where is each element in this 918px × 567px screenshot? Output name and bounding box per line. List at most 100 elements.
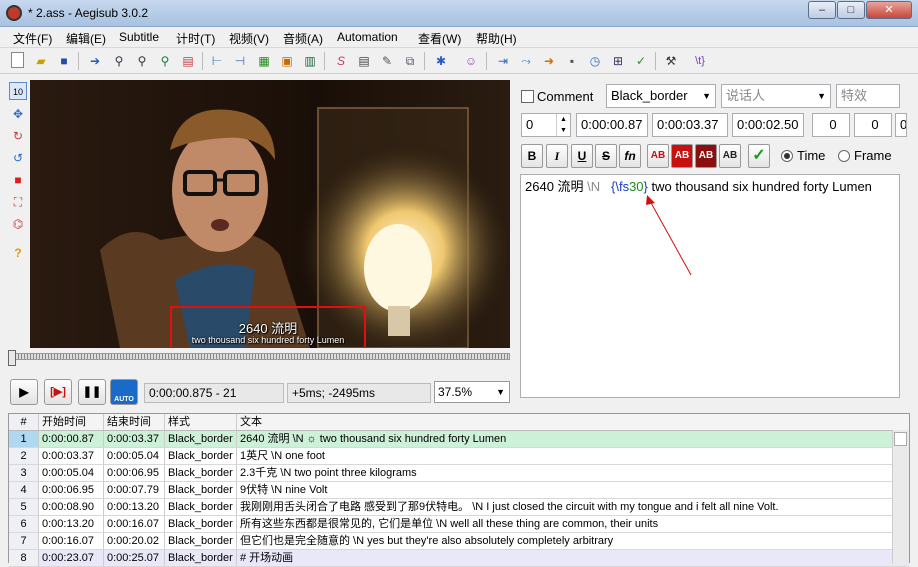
standard-tool-icon[interactable]: 10 bbox=[9, 82, 27, 100]
automation-icon[interactable]: ☺ bbox=[462, 52, 480, 70]
row-style: Black_border bbox=[165, 431, 237, 447]
comment-checkbox[interactable] bbox=[521, 90, 534, 103]
style-select[interactable]: Black_border ▼ bbox=[606, 84, 716, 108]
new-icon[interactable] bbox=[11, 52, 24, 68]
row-text: 9伏特 \N nine Volt bbox=[240, 484, 328, 496]
outline-color-button[interactable]: AB bbox=[695, 144, 717, 168]
rotate-z-tool-icon[interactable]: ↻ bbox=[9, 127, 27, 145]
video-seek-bar[interactable] bbox=[8, 350, 510, 366]
spinner-arrows-icon[interactable]: ▲ ▼ bbox=[556, 114, 570, 136]
vector-clip-tool-icon[interactable]: ⌬ bbox=[9, 215, 27, 233]
frame-radio[interactable] bbox=[838, 150, 850, 162]
subtitle-grid[interactable]: # 开始时间 结束时间 样式 文本 1 0:00:00.87 0:00:03.3… bbox=[8, 413, 910, 567]
radio-dot bbox=[784, 153, 790, 159]
bold-button[interactable]: B bbox=[521, 144, 543, 168]
style-manager-icon[interactable]: S bbox=[332, 52, 350, 70]
jump-icon[interactable]: ➔ bbox=[86, 52, 104, 70]
tags-toggle-icon[interactable]: ➜ bbox=[540, 52, 558, 70]
secondary-color-button[interactable]: AB bbox=[671, 144, 693, 168]
strikeout-button[interactable]: S bbox=[595, 144, 617, 168]
table-row[interactable]: 4 0:00:06.95 0:00:07.79 Black_border 9伏特… bbox=[9, 482, 909, 499]
minimize-button[interactable]: – bbox=[808, 1, 836, 19]
shadow-color-button[interactable]: AB bbox=[719, 144, 741, 168]
time-radio[interactable] bbox=[781, 150, 793, 162]
menu-view[interactable]: 查看(W) bbox=[418, 30, 461, 47]
replace-icon[interactable]: ⚲ bbox=[156, 52, 174, 70]
effect-field[interactable]: 特效 bbox=[836, 84, 900, 108]
timing-post-icon[interactable]: ✎ bbox=[378, 52, 396, 70]
open-icon[interactable]: ▰ bbox=[32, 52, 50, 70]
menu-audio[interactable]: 音频(A) bbox=[283, 30, 323, 47]
snap-end-icon[interactable]: ⊣ bbox=[231, 52, 249, 70]
table-row[interactable]: 1 0:00:00.87 0:00:03.37 Black_border 264… bbox=[9, 431, 909, 448]
auto-scroll-toggle[interactable]: AUTO bbox=[110, 379, 138, 405]
save-icon[interactable]: ■ bbox=[55, 52, 73, 70]
italic-button[interactable]: I bbox=[546, 144, 568, 168]
layer-spinner[interactable]: 0 ▲ ▼ bbox=[521, 113, 571, 137]
grid-scrollbar[interactable] bbox=[892, 430, 909, 563]
primary-color-button[interactable]: AB bbox=[647, 144, 669, 168]
table-row[interactable]: 6 0:00:13.20 0:00:16.07 Black_border 所有这… bbox=[9, 516, 909, 533]
play-line-button[interactable]: [▶] bbox=[44, 379, 72, 405]
translation-icon[interactable]: ⧉ bbox=[401, 52, 419, 70]
scrollbar-thumb[interactable] bbox=[894, 432, 907, 446]
help-icon[interactable]: ? bbox=[9, 244, 27, 262]
table-row[interactable]: 7 0:00:16.07 0:00:20.02 Black_border 但它们… bbox=[9, 533, 909, 550]
attachments-icon[interactable]: ▤ bbox=[355, 52, 373, 70]
end-time-field[interactable]: 0:00:03.37 bbox=[652, 113, 728, 137]
scale-icon[interactable]: ⤳ bbox=[517, 52, 535, 70]
font-button[interactable]: fn bbox=[619, 144, 641, 168]
margin-vertical-field[interactable]: 0 bbox=[895, 113, 907, 137]
kanji-timer-icon[interactable]: ▪ bbox=[563, 52, 581, 70]
menu-help[interactable]: 帮助(H) bbox=[476, 30, 517, 47]
hide-tags-icon[interactable]: ⚒ bbox=[662, 52, 680, 70]
margin-right-field[interactable]: 0 bbox=[854, 113, 892, 137]
menu-automation[interactable]: Automation bbox=[337, 30, 398, 44]
clip-tool-icon[interactable]: ⛶ bbox=[9, 193, 27, 211]
underline-button[interactable]: U bbox=[571, 144, 593, 168]
zoom-select[interactable]: 37.5% ▼ bbox=[434, 381, 510, 403]
tags-label[interactable]: \t} bbox=[686, 52, 714, 70]
video-display[interactable]: 2640 流明 two thousand six hundred forty L… bbox=[30, 80, 510, 348]
drag-tool-icon[interactable]: ✥ bbox=[9, 105, 27, 123]
commit-button[interactable]: ✓ bbox=[748, 144, 770, 168]
options-icon[interactable]: ⇥ bbox=[494, 52, 512, 70]
clock-icon[interactable]: ◷ bbox=[586, 52, 604, 70]
rotate-xy-tool-icon[interactable]: ↺ bbox=[9, 149, 27, 167]
table-row[interactable]: 5 0:00:08.90 0:00:13.20 Black_border 我刚刚… bbox=[9, 499, 909, 516]
maximize-button[interactable]: □ bbox=[837, 1, 865, 19]
zoom-icon[interactable]: ⚲ bbox=[110, 52, 128, 70]
search-icon[interactable]: ⚲ bbox=[133, 52, 151, 70]
zoom-value: 37.5% bbox=[438, 385, 473, 399]
subtitle-text-editor[interactable]: 2640 流明 \N {\fs30} two thousand six hund… bbox=[520, 174, 900, 398]
menu-subtitle[interactable]: Subtitle bbox=[119, 30, 159, 44]
menu-timing[interactable]: 计时(T) bbox=[176, 30, 215, 47]
resample-icon[interactable]: ✱ bbox=[432, 52, 450, 70]
menu-edit[interactable]: 编辑(E) bbox=[66, 30, 106, 47]
play-button[interactable]: ▶ bbox=[10, 379, 38, 405]
header-text: 文本 bbox=[240, 416, 262, 428]
time-frame-readout[interactable]: 0:00:00.875 - 21 bbox=[144, 383, 284, 403]
actor-field[interactable]: 说话人 ▼ bbox=[721, 84, 831, 108]
table-row[interactable]: 8 0:00:23.07 0:00:25.07 Black_border # 开… bbox=[9, 550, 909, 567]
menu-video[interactable]: 视频(V) bbox=[229, 30, 269, 47]
menu-file[interactable]: 文件(F) bbox=[13, 30, 52, 47]
table-row[interactable]: 3 0:00:05.04 0:00:06.95 Black_border 2.3… bbox=[9, 465, 909, 482]
close-button[interactable]: ✕ bbox=[866, 1, 912, 19]
duration-field[interactable]: 0:00:02.50 bbox=[732, 113, 804, 137]
scale-tool-icon[interactable]: ■ bbox=[9, 171, 27, 189]
check-icon[interactable]: ✓ bbox=[632, 52, 650, 70]
table-row[interactable]: 2 0:00:03.37 0:00:05.04 Black_border 1英尺… bbox=[9, 448, 909, 465]
snap-start-icon[interactable]: ⊢ bbox=[208, 52, 226, 70]
margin-left-field[interactable]: 0 bbox=[812, 113, 850, 137]
shift-times-icon[interactable]: ▥ bbox=[301, 52, 319, 70]
video-details-icon[interactable]: ▣ bbox=[278, 52, 296, 70]
spell-check-icon[interactable]: ⊞ bbox=[609, 52, 627, 70]
properties-icon[interactable]: ▤ bbox=[179, 52, 197, 70]
seek-track[interactable] bbox=[14, 353, 510, 360]
keyframe-icon[interactable]: ▦ bbox=[255, 52, 273, 70]
start-time-field[interactable]: 0:00:00.87 bbox=[576, 113, 648, 137]
pause-button[interactable]: ❚❚ bbox=[78, 379, 106, 405]
seek-thumb[interactable] bbox=[8, 350, 16, 366]
row-style: Black_border bbox=[165, 465, 237, 481]
